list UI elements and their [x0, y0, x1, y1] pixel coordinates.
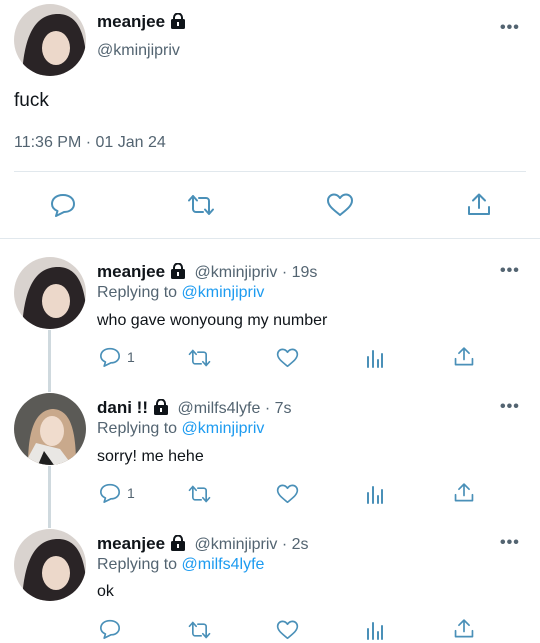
like-button[interactable] — [326, 192, 354, 218]
thread-line — [48, 330, 51, 392]
tweet-text: fuck — [14, 90, 49, 111]
thread-line — [48, 466, 51, 528]
retweet-button[interactable] — [186, 193, 216, 217]
reply-button[interactable]: 1 — [99, 483, 135, 503]
share-button[interactable] — [466, 192, 492, 218]
share-icon — [453, 346, 475, 368]
comment-icon — [50, 193, 76, 217]
analytics-icon — [366, 348, 384, 368]
handle-time[interactable]: @kminjipriv · 19s — [195, 264, 318, 281]
display-name[interactable]: dani !! — [97, 398, 148, 417]
analytics-icon — [366, 484, 384, 504]
reply-count: 1 — [127, 349, 135, 365]
heart-icon — [276, 619, 299, 641]
share-button[interactable] — [453, 346, 475, 368]
retweet-button[interactable] — [187, 620, 212, 640]
display-name[interactable]: meanjee — [97, 262, 165, 281]
tweet-text: ok — [97, 583, 114, 600]
share-button[interactable] — [453, 618, 475, 640]
replying-to: Replying to @kminjipriv — [97, 420, 264, 438]
comment-icon — [99, 347, 121, 367]
timestamp[interactable]: 11:36 PM · 01 Jan 24 — [14, 134, 166, 152]
handle-time[interactable]: @milfs4lyfe · 7s — [177, 400, 291, 417]
more-icon[interactable]: ••• — [500, 534, 520, 552]
analytics-button[interactable] — [366, 484, 384, 504]
retweet-button[interactable] — [187, 484, 212, 504]
avatar[interactable] — [14, 529, 86, 601]
avatar[interactable] — [14, 257, 86, 329]
reply-count: 1 — [127, 485, 135, 501]
retweet-button[interactable] — [187, 348, 212, 368]
replying-to: Replying to @milfs4lyfe — [97, 556, 264, 574]
display-name[interactable]: meanjee — [97, 534, 165, 553]
mention-link[interactable]: @milfs4lyfe — [182, 556, 265, 573]
handle-time[interactable]: @kminjipriv · 2s — [195, 536, 309, 553]
replying-prefix: Replying to — [97, 556, 178, 573]
more-icon[interactable]: ••• — [500, 262, 520, 280]
more-icon[interactable]: ••• — [500, 398, 520, 416]
retweet-icon — [187, 348, 212, 368]
comment-icon — [99, 483, 121, 503]
analytics-button[interactable] — [366, 348, 384, 368]
retweet-icon — [187, 620, 212, 640]
reply-button[interactable] — [50, 193, 76, 217]
lock-icon — [153, 398, 169, 420]
share-icon — [453, 618, 475, 640]
like-button[interactable] — [276, 483, 299, 505]
avatar[interactable] — [14, 393, 86, 465]
heart-icon — [276, 483, 299, 505]
share-button[interactable] — [453, 482, 475, 504]
lock-icon — [170, 534, 186, 556]
analytics-button[interactable] — [366, 620, 384, 640]
tweet-text: who gave wonyoung my number — [97, 312, 328, 329]
share-icon — [466, 192, 492, 218]
replying-prefix: Replying to — [97, 284, 178, 301]
heart-icon — [326, 192, 354, 218]
divider — [14, 171, 526, 172]
more-icon[interactable]: ••• — [500, 19, 520, 37]
lock-icon — [170, 262, 186, 284]
share-icon — [453, 482, 475, 504]
avatar[interactable] — [14, 4, 86, 76]
replying-prefix: Replying to — [97, 420, 178, 437]
retweet-icon — [187, 484, 212, 504]
retweet-icon — [186, 193, 216, 217]
like-button[interactable] — [276, 347, 299, 369]
mention-link[interactable]: @kminjipriv — [182, 284, 265, 301]
divider — [0, 238, 540, 239]
comment-icon — [99, 619, 121, 639]
analytics-icon — [366, 620, 384, 640]
reply-button[interactable]: 1 — [99, 347, 135, 367]
tweet-text: sorry! me hehe — [97, 448, 204, 465]
reply-button[interactable] — [99, 619, 121, 639]
heart-icon — [276, 347, 299, 369]
lock-icon — [170, 12, 186, 34]
handle[interactable]: @kminjipriv — [97, 42, 180, 60]
replying-to: Replying to @kminjipriv — [97, 284, 264, 302]
like-button[interactable] — [276, 619, 299, 641]
mention-link[interactable]: @kminjipriv — [182, 420, 265, 437]
display-name[interactable]: meanjee — [97, 12, 165, 31]
